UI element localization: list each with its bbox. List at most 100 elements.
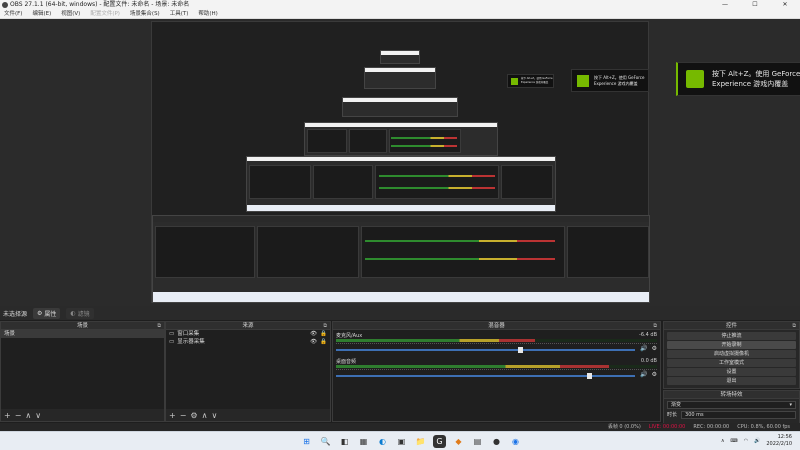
obs-icon[interactable]: ● — [490, 435, 503, 448]
gear-icon[interactable]: ⚙ — [652, 345, 657, 352]
transitions-title: 转场特效 — [720, 392, 743, 398]
meter-ticks — [336, 369, 657, 373]
preview-canvas — [151, 21, 650, 303]
app-icon[interactable]: ◉ — [509, 435, 522, 448]
channel-name: 麦克风/Aux — [336, 333, 363, 339]
wifi-icon[interactable]: ◠ — [744, 438, 748, 444]
folder-icon[interactable]: 📁 — [414, 435, 427, 448]
menu-help[interactable]: 帮助(H) — [198, 10, 217, 18]
settings-button[interactable]: 设置 — [667, 368, 796, 376]
lock-icon[interactable]: 🔒 — [320, 338, 327, 346]
properties-button[interactable]: ⚙ 属性 — [33, 307, 61, 319]
monitor-icon: ▭ — [169, 339, 175, 345]
undock-icon[interactable]: ⧉ — [323, 322, 327, 330]
studio-mode-button[interactable]: 工作室模式 — [667, 359, 796, 367]
keyboard-icon[interactable]: ⌨ — [731, 438, 738, 444]
sources-title: 来源 — [242, 323, 254, 329]
app-icon[interactable]: ◆ — [452, 435, 465, 448]
volume-slider[interactable]: 🔊 ⚙ — [336, 345, 657, 353]
nvidia-logo-icon — [511, 77, 518, 85]
channel-name: 桌面音频 — [336, 359, 357, 365]
lock-icon[interactable]: 🔒 — [320, 330, 327, 338]
cpu-fps: CPU: 0.8%, 60.00 fps — [737, 424, 790, 430]
duration-input[interactable]: 300 ms — [681, 411, 796, 419]
chevron-up-icon[interactable]: ∧ — [721, 438, 725, 444]
move-up-button[interactable]: ∧ — [202, 411, 208, 420]
volume-slider[interactable]: 🔊 ⚙ — [336, 371, 657, 379]
gear-icon[interactable]: ⚙ — [652, 371, 657, 378]
move-up-button[interactable]: ∧ — [25, 411, 31, 420]
eye-icon[interactable]: 👁 — [310, 338, 317, 346]
widgets-icon[interactable]: ▦ — [357, 435, 370, 448]
recursive-capture-l — [246, 156, 556, 212]
start-virtual-camera-button[interactable]: 启动虚拟摄像机 — [667, 350, 796, 358]
status-bar: 丢帧 0 (0.0%) LIVE: 00:00:00 REC: 00:00:00… — [0, 423, 800, 431]
volume-icon[interactable]: 🔊 — [754, 438, 760, 444]
undock-icon[interactable]: ⧉ — [157, 322, 161, 330]
filters-button[interactable]: ◐ 滤镜 — [66, 307, 94, 319]
chevron-down-icon: ▾ — [789, 402, 792, 408]
source-item[interactable]: ▭ 窗口采集 👁 🔒 — [166, 330, 330, 338]
channel-db: 0.0 dB — [640, 358, 657, 364]
transitions-panel: 转场特效 渐变 ▾ 时长 300 ms — [663, 390, 800, 424]
menu-file[interactable]: 文件(F) — [4, 10, 22, 18]
rec-timer: REC: 00:00:00 — [693, 424, 730, 430]
scenes-panel: 场景 ⧉ 场景 + − ∧ ∨ — [0, 321, 165, 422]
close-button[interactable]: ✕ — [770, 0, 800, 10]
add-scene-button[interactable]: + — [4, 411, 11, 420]
source-settings-button[interactable]: ⚙ — [190, 411, 197, 420]
dropped-frames: 丢帧 0 (0.0%) — [607, 424, 641, 430]
scenes-list: 场景 — [1, 330, 164, 409]
speaker-icon[interactable]: 🔊 — [640, 345, 647, 352]
remove-source-button[interactable]: − — [180, 411, 187, 420]
menu-bar: 文件(F) 编辑(E) 视图(V) 配置文件(P) 场景集合(S) 工具(T) … — [0, 10, 800, 19]
volume-meter — [336, 365, 657, 368]
preview-area[interactable]: 按下 Alt+Z。使用 GeForce Experience 游戏内覆盖 按下 A… — [0, 19, 800, 306]
clock[interactable]: 12:56 2022/2/10 — [766, 434, 792, 448]
menu-edit[interactable]: 编辑(E) — [32, 10, 51, 18]
windows-taskbar: ⊞ 🔍 ◧ ▦ ◐ ▣ 📁 G ◆ ▤ ● ◉ ∧ ⌨ ◠ 🔊 12:56 202… — [0, 431, 800, 450]
speaker-icon[interactable]: 🔊 — [640, 371, 647, 378]
search-icon[interactable]: 🔍 — [319, 435, 332, 448]
start-recording-button[interactable]: 开始录制 — [667, 341, 796, 349]
stop-streaming-button[interactable]: 停止推流 — [667, 332, 796, 340]
sources-footer: + − ⚙ ∧ ∨ — [166, 409, 330, 421]
start-icon[interactable]: ⊞ — [300, 435, 313, 448]
menu-profile[interactable]: 配置文件(P) — [90, 10, 120, 18]
scene-item[interactable]: 场景 — [1, 330, 164, 338]
menu-tools[interactable]: 工具(T) — [170, 10, 189, 18]
mixer-channel-mic: 麦克风/Aux -6.4 dB 🔊 ⚙ — [336, 332, 657, 356]
undock-icon[interactable]: ⧉ — [653, 322, 657, 330]
store-icon[interactable]: ▣ — [395, 435, 408, 448]
add-source-button[interactable]: + — [169, 411, 176, 420]
obs-logo-icon — [2, 2, 8, 8]
filter-icon: ◐ — [70, 309, 76, 317]
exit-button[interactable]: 退出 — [667, 377, 796, 385]
minimize-button[interactable]: — — [710, 0, 740, 10]
menu-scene-collection[interactable]: 场景集合(S) — [130, 10, 160, 18]
task-view-icon[interactable]: ◧ — [338, 435, 351, 448]
nvidia-toast-line2: Experience 游戏内覆盖 — [712, 80, 789, 88]
gear-icon: ⚙ — [37, 309, 43, 317]
duration-label: 时长 — [667, 412, 678, 418]
move-down-button[interactable]: ∨ — [211, 411, 217, 420]
window-title: OBS 27.1.1 (64-bit, windows) - 配置文件: 未命名… — [10, 1, 190, 8]
recursive-capture-xs — [364, 67, 436, 89]
undock-icon[interactable]: ⧉ — [792, 322, 796, 330]
mixer-channel-desktop: 桌面音频 0.0 dB 🔊 ⚙ — [336, 358, 657, 382]
remove-scene-button[interactable]: − — [15, 411, 22, 420]
menu-view[interactable]: 视图(V) — [61, 10, 80, 18]
app-icon[interactable]: ▤ — [471, 435, 484, 448]
mixer-panel: 混音器 ⧉ 麦克风/Aux -6.4 dB 🔊 ⚙ 桌面音频 0.0 dB 🔊 ⚙ — [332, 321, 661, 422]
source-item[interactable]: ▭ 显示器采集 👁 🔒 — [166, 338, 330, 346]
maximize-button[interactable]: ☐ — [740, 0, 770, 10]
move-down-button[interactable]: ∨ — [35, 411, 41, 420]
geforce-icon[interactable]: G — [433, 435, 446, 448]
live-timer: LIVE: 00:00:00 — [648, 424, 686, 430]
eye-icon[interactable]: 👁 — [310, 330, 317, 338]
source-toolbar: 未选择源 ⚙ 属性 ◐ 滤镜 — [0, 306, 800, 320]
meter-ticks — [336, 343, 657, 347]
mixer-title: 混音器 — [488, 323, 505, 329]
edge-icon[interactable]: ◐ — [376, 435, 389, 448]
transition-select[interactable]: 渐变 ▾ — [667, 401, 796, 409]
